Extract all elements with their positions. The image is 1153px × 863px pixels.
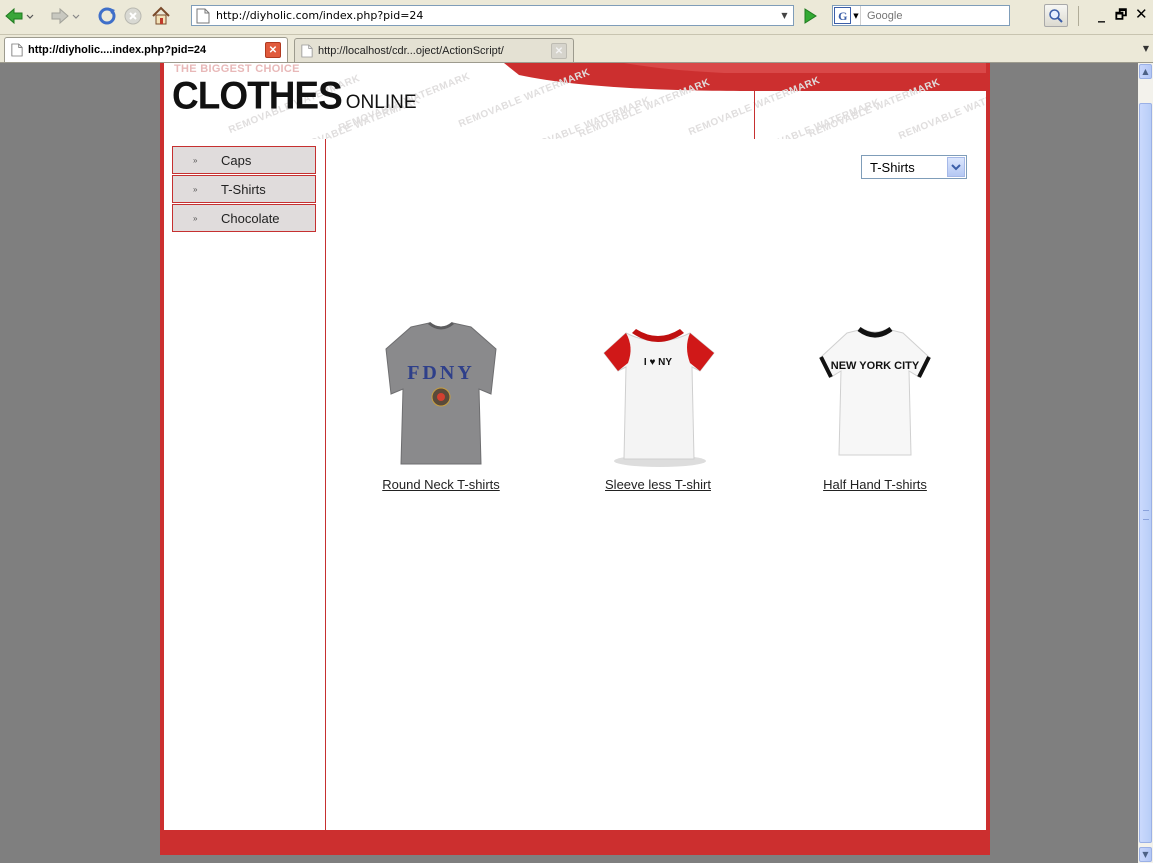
browser-toolbar: http://diyholic.com/index.php?pid=24 ▼ G…	[0, 0, 1153, 35]
restore-button[interactable]: 🗗	[1115, 6, 1127, 28]
logo-main: CLOTHES	[172, 73, 343, 117]
scroll-grip	[1143, 510, 1149, 520]
search-input[interactable]	[865, 8, 1009, 23]
tab-label: http://diyholic....index.php?pid=24	[28, 44, 207, 56]
vertical-scrollbar[interactable]: ▲ ▼	[1138, 63, 1153, 863]
tab-close-icon[interactable]: ✕	[265, 42, 281, 58]
tab-label: http://localhost/cdr...oject/ActionScrip…	[318, 44, 504, 57]
tab-diyholic[interactable]: http://diyholic....index.php?pid=24 ✕	[4, 37, 288, 62]
tab-close-icon[interactable]: ✕	[551, 43, 567, 59]
sidebar-menu: » Caps » T-Shirts » Chocolate	[172, 146, 316, 233]
sidebar-item-chocolate[interactable]: » Chocolate	[172, 204, 316, 232]
search-button[interactable]	[1044, 4, 1068, 27]
search-box[interactable]: G ▼	[832, 5, 1010, 26]
page-icon	[301, 44, 313, 57]
shirt-print: FDNY	[407, 362, 475, 384]
product-link-sleeveless[interactable]: Sleeve less T-shirt	[605, 477, 711, 492]
sidebar-item-label: Caps	[221, 152, 252, 168]
back-button[interactable]	[4, 6, 34, 26]
tab-list-icon[interactable]: ▼	[1143, 44, 1149, 53]
site-logo[interactable]: CLOTHES ONLINE	[172, 73, 417, 117]
google-icon: G	[834, 7, 852, 24]
tab-localhost[interactable]: http://localhost/cdr...oject/ActionScrip…	[294, 38, 574, 62]
window-close-button[interactable]: ✕	[1135, 5, 1148, 23]
product-card: FDNY Round Neck T-shirts	[341, 319, 541, 493]
product-card: I ♥ NY Sleeve less T-shirt	[558, 319, 758, 493]
chevron-down-icon: ▼	[853, 11, 859, 20]
sidebar-divider	[325, 139, 326, 830]
web-page: REMOVABLE WATERMARK REMOVABLE WATERMARK …	[160, 63, 990, 855]
address-dropdown-icon[interactable]: ▼	[776, 6, 793, 25]
scroll-thumb[interactable]	[1139, 103, 1152, 843]
scroll-up-icon[interactable]: ▲	[1139, 64, 1152, 79]
product-image-sleeveless-shirt[interactable]: I ♥ NY	[588, 319, 728, 469]
product-link-round-neck[interactable]: Round Neck T-shirts	[382, 477, 500, 492]
product-image-fdny-shirt[interactable]: FDNY	[371, 319, 511, 469]
product-card: NEW YORK CITY Half Hand T-shirts	[775, 319, 975, 493]
home-icon[interactable]	[150, 6, 172, 26]
header-divider	[754, 91, 755, 139]
sidebar-item-label: T-Shirts	[221, 181, 266, 197]
minimize-button[interactable]: _	[1098, 7, 1105, 23]
product-image-new-york-city-shirt[interactable]: NEW YORK CITY	[805, 319, 945, 469]
magnifier-icon	[1049, 8, 1063, 23]
chevron-icon: »	[193, 155, 198, 165]
forward-button[interactable]	[50, 6, 80, 26]
logo-sub: ONLINE	[345, 92, 417, 113]
go-button[interactable]	[800, 6, 820, 26]
page-icon	[196, 8, 210, 23]
stop-icon[interactable]	[122, 6, 144, 26]
chevron-icon: »	[193, 213, 198, 223]
toolbar-separator	[1078, 6, 1079, 26]
scroll-down-icon[interactable]: ▼	[1139, 847, 1152, 862]
sidebar-item-caps[interactable]: » Caps	[172, 146, 316, 174]
search-engine-selector[interactable]: G ▼	[833, 6, 861, 25]
page-icon	[11, 43, 23, 57]
site-header: REMOVABLE WATERMARK REMOVABLE WATERMARK …	[164, 63, 986, 139]
chevron-down-icon[interactable]	[947, 157, 965, 177]
category-select[interactable]: T-Shirts	[861, 155, 967, 179]
main-content: » Caps » T-Shirts » Chocolate T-Shirts F…	[164, 139, 986, 830]
shirt-print: NEW YORK CITY	[831, 360, 920, 372]
address-url: http://diyholic.com/index.php?pid=24	[216, 9, 424, 22]
tab-bar: http://diyholic....index.php?pid=24 ✕ ht…	[0, 35, 1153, 63]
site-footer	[160, 830, 990, 855]
sidebar-item-label: Chocolate	[221, 210, 280, 226]
chevron-icon: »	[193, 184, 198, 194]
sidebar-item-t-shirts[interactable]: » T-Shirts	[172, 175, 316, 203]
reload-icon[interactable]	[96, 6, 118, 26]
address-bar[interactable]: http://diyholic.com/index.php?pid=24 ▼	[191, 5, 794, 26]
shirt-print: I ♥ NY	[644, 357, 672, 368]
category-select-value: T-Shirts	[870, 159, 915, 175]
product-link-half-hand[interactable]: Half Hand T-shirts	[823, 477, 927, 492]
